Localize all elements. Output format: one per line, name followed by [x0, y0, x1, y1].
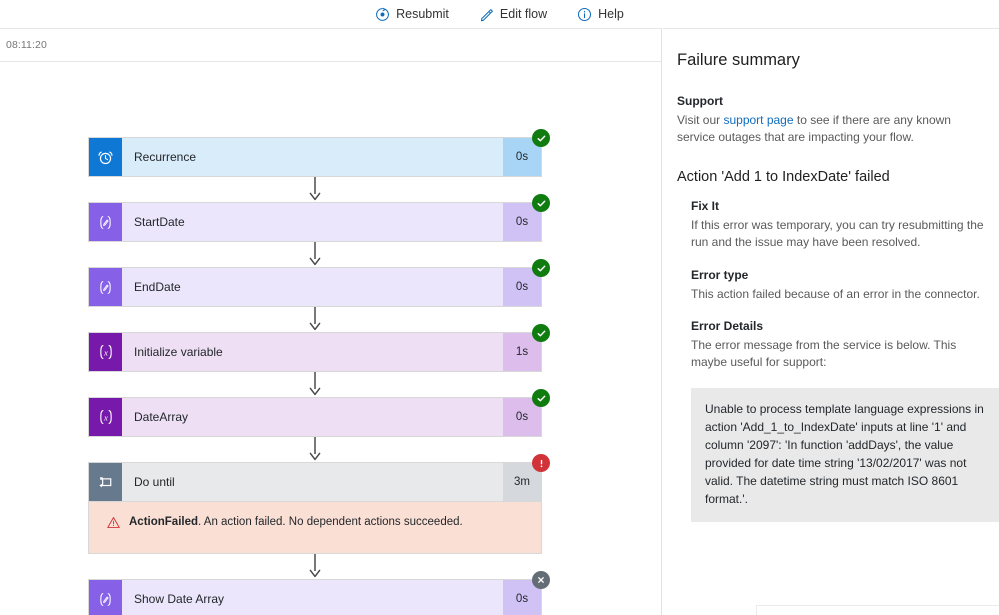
resubmit-label: Resubmit: [396, 7, 449, 21]
status-badge-succeeded: [532, 194, 550, 212]
warning-triangle-icon: [107, 516, 120, 534]
flow-connector-arrow: [88, 177, 542, 202]
status-badge-succeeded: [532, 129, 550, 147]
flow-step-card[interactable]: Recurrence 0s: [88, 129, 550, 177]
flow-step-name: DateArray: [134, 410, 189, 424]
fix-it-text: If this error was temporary, you can try…: [691, 217, 984, 250]
flow-step-name: Do until: [134, 475, 175, 489]
edit-flow-button[interactable]: Edit flow: [477, 5, 549, 24]
support-section: Support Visit our support page to see if…: [677, 94, 989, 147]
pane-bottom-divider: [756, 605, 999, 615]
step-error-message: . An action failed. No dependent actions…: [198, 516, 463, 528]
flow-canvas[interactable]: Recurrence 0s StartDate 0s EndDate 0s x Initial…: [0, 62, 661, 615]
flow-step-card[interactable]: x DateArray 0s: [88, 389, 550, 437]
flow-step-list: Recurrence 0s StartDate 0s EndDate 0s x Initial…: [88, 129, 550, 615]
info-icon: [577, 7, 592, 22]
command-bar: Resubmit Edit flow Help: [0, 0, 999, 28]
svg-text:x: x: [103, 347, 108, 357]
step-error-text: ActionFailed. An action failed. No depen…: [129, 515, 463, 531]
variable-icon: x: [89, 333, 122, 371]
flow-step-card[interactable]: Show Date Array 0s: [88, 571, 550, 615]
flow-step-card[interactable]: StartDate 0s: [88, 194, 550, 242]
error-message-box: Unable to process template language expr…: [691, 387, 999, 522]
support-page-link[interactable]: support page: [723, 113, 793, 127]
flow-step-card[interactable]: EndDate 0s: [88, 259, 550, 307]
error-type-text: This action failed because of an error i…: [691, 286, 980, 301]
flow-connector-arrow: [88, 307, 542, 332]
flow-connector-arrow: [88, 372, 542, 397]
edit-flow-label: Edit flow: [499, 7, 548, 21]
fix-it-section: Fix It If this error was temporary, you …: [677, 199, 989, 252]
status-badge-skipped: [532, 571, 550, 589]
variable-icon: x: [89, 398, 122, 436]
error-type-heading: Error type: [691, 267, 749, 282]
flow-step-name: EndDate: [134, 280, 181, 294]
error-details-text: The error message from the service is be…: [691, 337, 957, 370]
status-badge-failed: [532, 454, 550, 472]
flow-connector-arrow: [88, 242, 542, 267]
flow-run-details-screen: Resubmit Edit flow Help 08:11:20 Recurre…: [0, 0, 999, 615]
flow-step-name: Show Date Array: [134, 592, 225, 606]
flow-step-name: StartDate: [134, 215, 185, 229]
resubmit-icon: [375, 7, 390, 22]
error-details-heading: Error Details: [691, 318, 764, 333]
fix-it-heading: Fix It: [691, 198, 720, 213]
compose-icon: [89, 268, 122, 306]
failure-summary-pane: Failure summary Support Visit our suppor…: [663, 28, 999, 615]
flow-canvas-pane: 08:11:20 Recurrence 0s StartDate 0s EndDate 0…: [0, 28, 662, 615]
status-badge-succeeded: [532, 259, 550, 277]
step-error-strip: ActionFailed. An action failed. No depen…: [88, 502, 542, 554]
flow-step-card[interactable]: Do until 3m: [88, 454, 550, 502]
support-heading: Support: [677, 94, 723, 108]
compose-icon: [89, 580, 122, 615]
alarm-clock-icon: [89, 138, 122, 176]
panel-title: Failure summary: [677, 51, 800, 69]
flow-step-card[interactable]: x Initialize variable 1s: [88, 324, 550, 372]
help-label: Help: [598, 7, 624, 21]
flow-connector-arrow: [88, 437, 542, 462]
support-text: Visit our support page to see if there a…: [677, 112, 989, 147]
resubmit-button[interactable]: Resubmit: [373, 5, 451, 24]
error-type-section: Error type This action failed because of…: [677, 268, 989, 303]
status-badge-succeeded: [532, 389, 550, 407]
failed-action-heading: Action 'Add 1 to IndexDate' failed: [677, 168, 890, 185]
loop-icon: [89, 463, 122, 501]
error-details-section: Error Details The error message from the…: [677, 319, 989, 372]
status-badge-succeeded: [532, 324, 550, 342]
step-error-code: ActionFailed: [129, 516, 199, 528]
flow-connector-arrow: [88, 554, 542, 579]
svg-text:x: x: [103, 412, 108, 422]
help-button[interactable]: Help: [575, 5, 626, 24]
support-text-before: Visit our: [677, 113, 724, 127]
flow-step-name: Recurrence: [134, 150, 197, 164]
flow-step-name: Initialize variable: [134, 345, 223, 359]
pencil-icon: [479, 7, 494, 22]
run-timestamp-bar: 08:11:20: [0, 29, 661, 62]
run-timestamp: 08:11:20: [6, 39, 47, 51]
compose-icon: [89, 203, 122, 241]
